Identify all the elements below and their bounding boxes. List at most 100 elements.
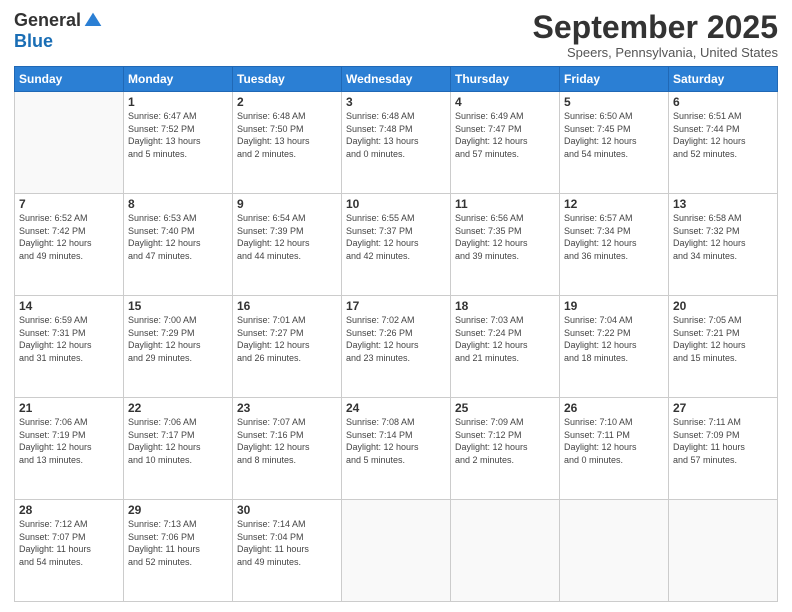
day-number: 13	[673, 197, 773, 211]
table-row	[560, 500, 669, 602]
day-number: 20	[673, 299, 773, 313]
day-number: 11	[455, 197, 555, 211]
table-row: 20Sunrise: 7:05 AMSunset: 7:21 PMDayligh…	[669, 296, 778, 398]
day-info: Sunrise: 7:11 AMSunset: 7:09 PMDaylight:…	[673, 416, 773, 466]
col-monday: Monday	[124, 67, 233, 92]
day-number: 24	[346, 401, 446, 415]
col-thursday: Thursday	[451, 67, 560, 92]
day-number: 9	[237, 197, 337, 211]
table-row: 2Sunrise: 6:48 AMSunset: 7:50 PMDaylight…	[233, 92, 342, 194]
table-row: 4Sunrise: 6:49 AMSunset: 7:47 PMDaylight…	[451, 92, 560, 194]
table-row: 12Sunrise: 6:57 AMSunset: 7:34 PMDayligh…	[560, 194, 669, 296]
day-number: 17	[346, 299, 446, 313]
day-number: 23	[237, 401, 337, 415]
day-info: Sunrise: 7:12 AMSunset: 7:07 PMDaylight:…	[19, 518, 119, 568]
day-info: Sunrise: 6:57 AMSunset: 7:34 PMDaylight:…	[564, 212, 664, 262]
table-row: 24Sunrise: 7:08 AMSunset: 7:14 PMDayligh…	[342, 398, 451, 500]
day-info: Sunrise: 6:48 AMSunset: 7:48 PMDaylight:…	[346, 110, 446, 160]
day-number: 14	[19, 299, 119, 313]
day-info: Sunrise: 7:08 AMSunset: 7:14 PMDaylight:…	[346, 416, 446, 466]
title-area: September 2025 Speers, Pennsylvania, Uni…	[533, 10, 778, 60]
day-info: Sunrise: 7:07 AMSunset: 7:16 PMDaylight:…	[237, 416, 337, 466]
table-row: 1Sunrise: 6:47 AMSunset: 7:52 PMDaylight…	[124, 92, 233, 194]
table-row: 18Sunrise: 7:03 AMSunset: 7:24 PMDayligh…	[451, 296, 560, 398]
calendar-week-2: 7Sunrise: 6:52 AMSunset: 7:42 PMDaylight…	[15, 194, 778, 296]
day-info: Sunrise: 6:51 AMSunset: 7:44 PMDaylight:…	[673, 110, 773, 160]
day-info: Sunrise: 7:06 AMSunset: 7:19 PMDaylight:…	[19, 416, 119, 466]
day-number: 5	[564, 95, 664, 109]
day-info: Sunrise: 6:49 AMSunset: 7:47 PMDaylight:…	[455, 110, 555, 160]
day-number: 28	[19, 503, 119, 517]
logo-general-text: General	[14, 10, 81, 31]
table-row: 14Sunrise: 6:59 AMSunset: 7:31 PMDayligh…	[15, 296, 124, 398]
day-number: 19	[564, 299, 664, 313]
logo-icon	[83, 11, 103, 31]
table-row: 9Sunrise: 6:54 AMSunset: 7:39 PMDaylight…	[233, 194, 342, 296]
table-row	[669, 500, 778, 602]
day-number: 12	[564, 197, 664, 211]
logo-blue-text: Blue	[14, 31, 53, 52]
table-row: 3Sunrise: 6:48 AMSunset: 7:48 PMDaylight…	[342, 92, 451, 194]
day-number: 7	[19, 197, 119, 211]
calendar-week-3: 14Sunrise: 6:59 AMSunset: 7:31 PMDayligh…	[15, 296, 778, 398]
table-row: 5Sunrise: 6:50 AMSunset: 7:45 PMDaylight…	[560, 92, 669, 194]
day-info: Sunrise: 7:10 AMSunset: 7:11 PMDaylight:…	[564, 416, 664, 466]
month-title: September 2025	[533, 10, 778, 45]
table-row: 17Sunrise: 7:02 AMSunset: 7:26 PMDayligh…	[342, 296, 451, 398]
day-number: 4	[455, 95, 555, 109]
day-info: Sunrise: 6:56 AMSunset: 7:35 PMDaylight:…	[455, 212, 555, 262]
table-row: 25Sunrise: 7:09 AMSunset: 7:12 PMDayligh…	[451, 398, 560, 500]
table-row: 28Sunrise: 7:12 AMSunset: 7:07 PMDayligh…	[15, 500, 124, 602]
table-row: 23Sunrise: 7:07 AMSunset: 7:16 PMDayligh…	[233, 398, 342, 500]
day-info: Sunrise: 6:47 AMSunset: 7:52 PMDaylight:…	[128, 110, 228, 160]
day-number: 15	[128, 299, 228, 313]
table-row: 13Sunrise: 6:58 AMSunset: 7:32 PMDayligh…	[669, 194, 778, 296]
table-row: 29Sunrise: 7:13 AMSunset: 7:06 PMDayligh…	[124, 500, 233, 602]
col-friday: Friday	[560, 67, 669, 92]
calendar-week-1: 1Sunrise: 6:47 AMSunset: 7:52 PMDaylight…	[15, 92, 778, 194]
day-number: 26	[564, 401, 664, 415]
day-number: 16	[237, 299, 337, 313]
day-info: Sunrise: 7:09 AMSunset: 7:12 PMDaylight:…	[455, 416, 555, 466]
table-row: 10Sunrise: 6:55 AMSunset: 7:37 PMDayligh…	[342, 194, 451, 296]
table-row	[451, 500, 560, 602]
page: General Blue September 2025 Speers, Penn…	[0, 0, 792, 612]
table-row: 8Sunrise: 6:53 AMSunset: 7:40 PMDaylight…	[124, 194, 233, 296]
col-wednesday: Wednesday	[342, 67, 451, 92]
day-number: 2	[237, 95, 337, 109]
day-number: 10	[346, 197, 446, 211]
day-number: 21	[19, 401, 119, 415]
table-row	[342, 500, 451, 602]
table-row: 6Sunrise: 6:51 AMSunset: 7:44 PMDaylight…	[669, 92, 778, 194]
table-row: 15Sunrise: 7:00 AMSunset: 7:29 PMDayligh…	[124, 296, 233, 398]
day-info: Sunrise: 7:03 AMSunset: 7:24 PMDaylight:…	[455, 314, 555, 364]
day-number: 3	[346, 95, 446, 109]
calendar-week-4: 21Sunrise: 7:06 AMSunset: 7:19 PMDayligh…	[15, 398, 778, 500]
table-row: 16Sunrise: 7:01 AMSunset: 7:27 PMDayligh…	[233, 296, 342, 398]
table-row: 27Sunrise: 7:11 AMSunset: 7:09 PMDayligh…	[669, 398, 778, 500]
day-info: Sunrise: 6:58 AMSunset: 7:32 PMDaylight:…	[673, 212, 773, 262]
day-number: 29	[128, 503, 228, 517]
day-info: Sunrise: 6:59 AMSunset: 7:31 PMDaylight:…	[19, 314, 119, 364]
table-row: 30Sunrise: 7:14 AMSunset: 7:04 PMDayligh…	[233, 500, 342, 602]
table-row: 21Sunrise: 7:06 AMSunset: 7:19 PMDayligh…	[15, 398, 124, 500]
calendar-week-5: 28Sunrise: 7:12 AMSunset: 7:07 PMDayligh…	[15, 500, 778, 602]
day-info: Sunrise: 6:55 AMSunset: 7:37 PMDaylight:…	[346, 212, 446, 262]
col-saturday: Saturday	[669, 67, 778, 92]
day-info: Sunrise: 7:05 AMSunset: 7:21 PMDaylight:…	[673, 314, 773, 364]
table-row: 19Sunrise: 7:04 AMSunset: 7:22 PMDayligh…	[560, 296, 669, 398]
table-row	[15, 92, 124, 194]
day-number: 1	[128, 95, 228, 109]
day-number: 18	[455, 299, 555, 313]
day-number: 8	[128, 197, 228, 211]
day-info: Sunrise: 7:06 AMSunset: 7:17 PMDaylight:…	[128, 416, 228, 466]
location: Speers, Pennsylvania, United States	[533, 45, 778, 60]
day-number: 27	[673, 401, 773, 415]
day-info: Sunrise: 7:00 AMSunset: 7:29 PMDaylight:…	[128, 314, 228, 364]
day-info: Sunrise: 7:01 AMSunset: 7:27 PMDaylight:…	[237, 314, 337, 364]
day-info: Sunrise: 7:13 AMSunset: 7:06 PMDaylight:…	[128, 518, 228, 568]
day-info: Sunrise: 6:54 AMSunset: 7:39 PMDaylight:…	[237, 212, 337, 262]
header: General Blue September 2025 Speers, Penn…	[14, 10, 778, 60]
col-tuesday: Tuesday	[233, 67, 342, 92]
day-info: Sunrise: 7:14 AMSunset: 7:04 PMDaylight:…	[237, 518, 337, 568]
